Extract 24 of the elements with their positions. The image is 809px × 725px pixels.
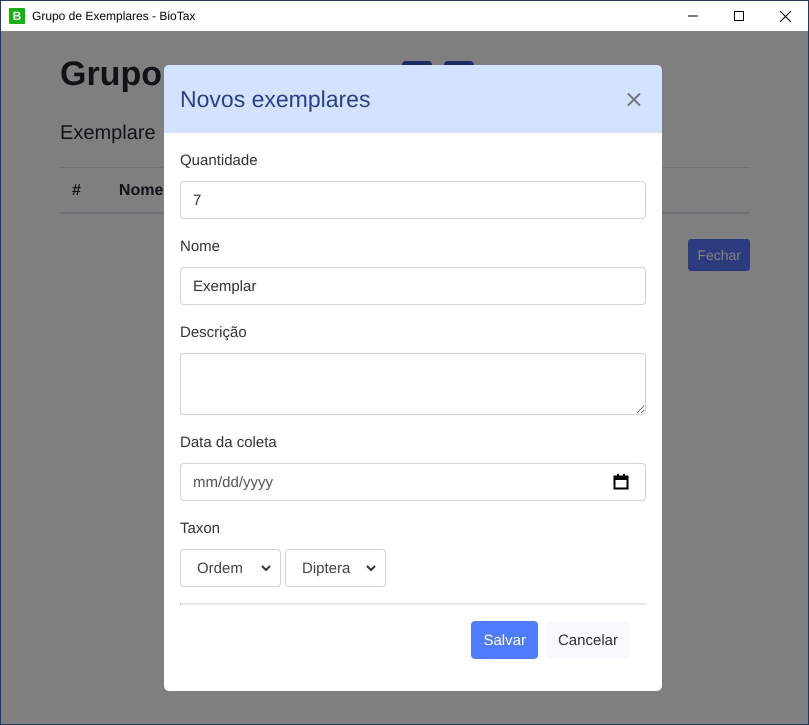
field-label: Quantidade (180, 151, 259, 171)
text-input-field[interactable]: 7 (180, 181, 646, 219)
window-title: Grupo de Exemplares - BioTax (32, 9, 196, 23)
section-heading: Exemplare (60, 122, 157, 145)
column-header: # (72, 182, 81, 200)
column-header: Nome (118, 182, 164, 200)
close-icon[interactable] (780, 10, 790, 22)
textarea-field[interactable] (180, 353, 646, 415)
dialog-title: Novos exemplares (180, 86, 370, 112)
taxon-select[interactable]: Diptera (285, 549, 386, 587)
field-label: Taxon (180, 519, 222, 539)
field-label: Nome (180, 237, 222, 257)
text-input-field[interactable]: Exemplar (180, 267, 646, 305)
page-title: Grupo (60, 54, 162, 95)
taxon-select[interactable]: Ordem (180, 549, 281, 587)
date-input-field[interactable]: mm/dd/yyyy (180, 463, 646, 501)
dialog-close-button[interactable]: × (622, 85, 646, 113)
cancel-button[interactable]: Cancelar (546, 621, 630, 659)
save-button[interactable]: Salvar (471, 621, 538, 659)
maximize-icon[interactable] (734, 11, 744, 21)
field-label: Data da coleta (180, 433, 278, 453)
app-icon: B (9, 8, 25, 24)
field-label: Descrição (180, 323, 248, 343)
calendar-icon[interactable] (613, 474, 629, 490)
